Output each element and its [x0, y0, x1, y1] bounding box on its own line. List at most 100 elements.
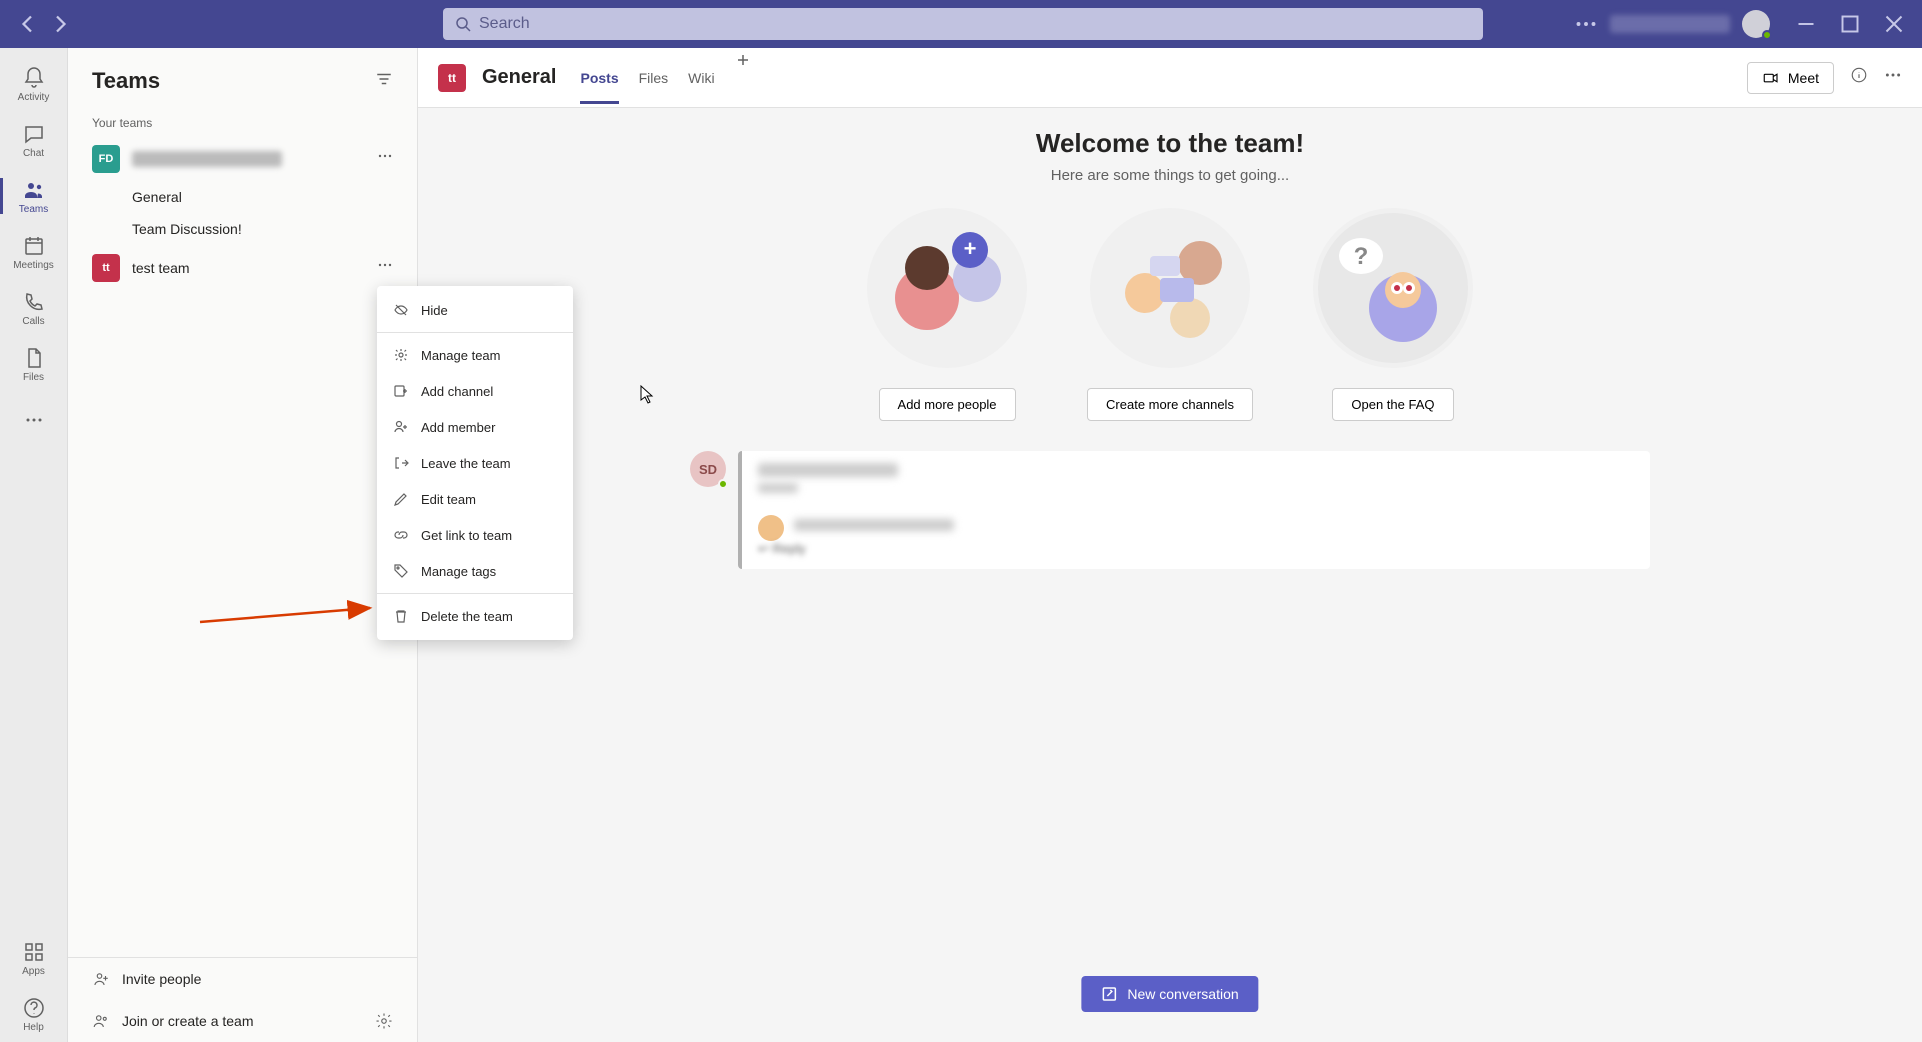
back-button[interactable]: [16, 12, 40, 36]
add-channel-icon: [393, 383, 409, 399]
rail-calls[interactable]: Calls: [0, 280, 68, 336]
user-name-blurred: [1610, 15, 1730, 33]
svg-text:+: +: [964, 236, 977, 261]
search-input[interactable]: Search: [443, 8, 1483, 40]
section-your-teams: Your teams: [68, 106, 417, 136]
ctx-add-channel[interactable]: Add channel: [377, 373, 573, 409]
post-author-avatar[interactable]: SD: [690, 451, 726, 487]
illustration-faq: ?: [1313, 208, 1473, 368]
team-more-button[interactable]: [373, 144, 397, 173]
presence-indicator: [718, 479, 728, 489]
video-icon: [1762, 69, 1780, 87]
leave-icon: [393, 455, 409, 471]
content-area: tt General Posts Files Wiki Meet Welcome…: [418, 48, 1922, 1042]
svg-text:?: ?: [1354, 243, 1369, 270]
team-item-2[interactable]: tt test team: [68, 245, 417, 290]
add-member-icon: [393, 419, 409, 435]
help-icon: [22, 996, 46, 1020]
app-rail: Activity Chat Teams Meetings Calls Files: [0, 48, 68, 1042]
tab-posts[interactable]: Posts: [580, 52, 618, 104]
ctx-edit-team[interactable]: Edit team: [377, 481, 573, 517]
create-channels-button[interactable]: Create more channels: [1087, 388, 1253, 421]
rail-meetings[interactable]: Meetings: [0, 224, 68, 280]
reply-header-blurred: [794, 519, 954, 531]
open-faq-button[interactable]: Open the FAQ: [1332, 388, 1453, 421]
ctx-leave-team[interactable]: Leave the team: [377, 445, 573, 481]
ctx-manage-team[interactable]: Manage team: [377, 337, 573, 373]
ctx-manage-tags[interactable]: Manage tags: [377, 553, 573, 589]
rail-more[interactable]: [0, 392, 68, 448]
rail-apps[interactable]: Apps: [0, 930, 68, 986]
team-name-blurred: [132, 151, 282, 167]
filter-icon[interactable]: [375, 70, 393, 93]
team-avatar: FD: [92, 145, 120, 173]
chat-icon: [22, 122, 46, 146]
post-content-blurred: [758, 483, 798, 493]
add-people-button[interactable]: Add more people: [879, 388, 1016, 421]
rail-files[interactable]: Files: [0, 336, 68, 392]
ctx-get-link[interactable]: Get link to team: [377, 517, 573, 553]
channel-item[interactable]: General: [68, 181, 417, 213]
more-icon: [22, 408, 46, 432]
post-header-blurred: [758, 463, 898, 477]
team-context-menu: Hide Manage team Add channel Add member …: [377, 286, 573, 640]
compose-icon: [1101, 986, 1117, 1002]
more-icon[interactable]: [1884, 66, 1902, 89]
rail-help[interactable]: Help: [0, 986, 68, 1042]
join-create-team[interactable]: Join or create a team: [68, 1000, 417, 1042]
illustration-add-people: +: [867, 208, 1027, 368]
post-item: SD ↩ Reply: [690, 451, 1650, 569]
rail-teams[interactable]: Teams: [0, 168, 68, 224]
forward-button[interactable]: [48, 12, 72, 36]
close-button[interactable]: [1882, 12, 1906, 36]
link-icon: [393, 527, 409, 543]
invite-people[interactable]: Invite people: [68, 958, 417, 1000]
tag-icon: [393, 563, 409, 579]
search-icon: [455, 16, 471, 32]
ctx-hide[interactable]: Hide: [377, 292, 573, 328]
search-placeholder: Search: [479, 15, 530, 33]
apps-icon: [22, 940, 46, 964]
minimize-button[interactable]: [1794, 12, 1818, 36]
trash-icon: [393, 608, 409, 624]
illustration-channels: [1090, 208, 1250, 368]
channel-avatar: tt: [438, 64, 466, 92]
team-avatar: tt: [92, 254, 120, 282]
meet-button[interactable]: Meet: [1747, 62, 1834, 94]
file-icon: [22, 346, 46, 370]
titlebar: Search: [0, 0, 1922, 48]
teams-icon: [22, 178, 46, 202]
more-icon[interactable]: [1574, 12, 1598, 36]
invite-icon: [92, 970, 110, 988]
channel-item[interactable]: Team Discussion!: [68, 213, 417, 245]
reply-avatar: [758, 515, 784, 541]
hide-icon: [393, 302, 409, 318]
gear-icon: [393, 347, 409, 363]
maximize-button[interactable]: [1838, 12, 1862, 36]
gear-icon[interactable]: [375, 1012, 393, 1030]
team-item-1[interactable]: FD: [68, 136, 417, 181]
ctx-add-member[interactable]: Add member: [377, 409, 573, 445]
ctx-delete-team[interactable]: Delete the team: [377, 598, 573, 634]
phone-icon: [22, 290, 46, 314]
pencil-icon: [393, 491, 409, 507]
channel-name: General: [482, 66, 556, 89]
welcome-subtitle: Here are some things to get going...: [418, 167, 1922, 184]
welcome-title: Welcome to the team!: [418, 128, 1922, 159]
info-icon[interactable]: [1850, 66, 1868, 89]
teams-title: Teams: [92, 68, 160, 94]
user-avatar[interactable]: [1742, 10, 1770, 38]
add-tab-button[interactable]: [735, 52, 751, 104]
tab-wiki[interactable]: Wiki: [688, 52, 714, 104]
new-conversation-button[interactable]: New conversation: [1081, 976, 1258, 1012]
presence-indicator: [1762, 30, 1772, 40]
rail-activity[interactable]: Activity: [0, 56, 68, 112]
rail-chat[interactable]: Chat: [0, 112, 68, 168]
channel-header: tt General Posts Files Wiki Meet: [418, 48, 1922, 108]
bell-icon: [22, 66, 46, 90]
tab-files[interactable]: Files: [639, 52, 669, 104]
calendar-icon: [22, 234, 46, 258]
reply-link[interactable]: ↩ Reply: [758, 541, 1634, 557]
teams-panel: Teams Your teams FD General Team Discuss…: [68, 48, 418, 1042]
team-more-button[interactable]: [373, 253, 397, 282]
